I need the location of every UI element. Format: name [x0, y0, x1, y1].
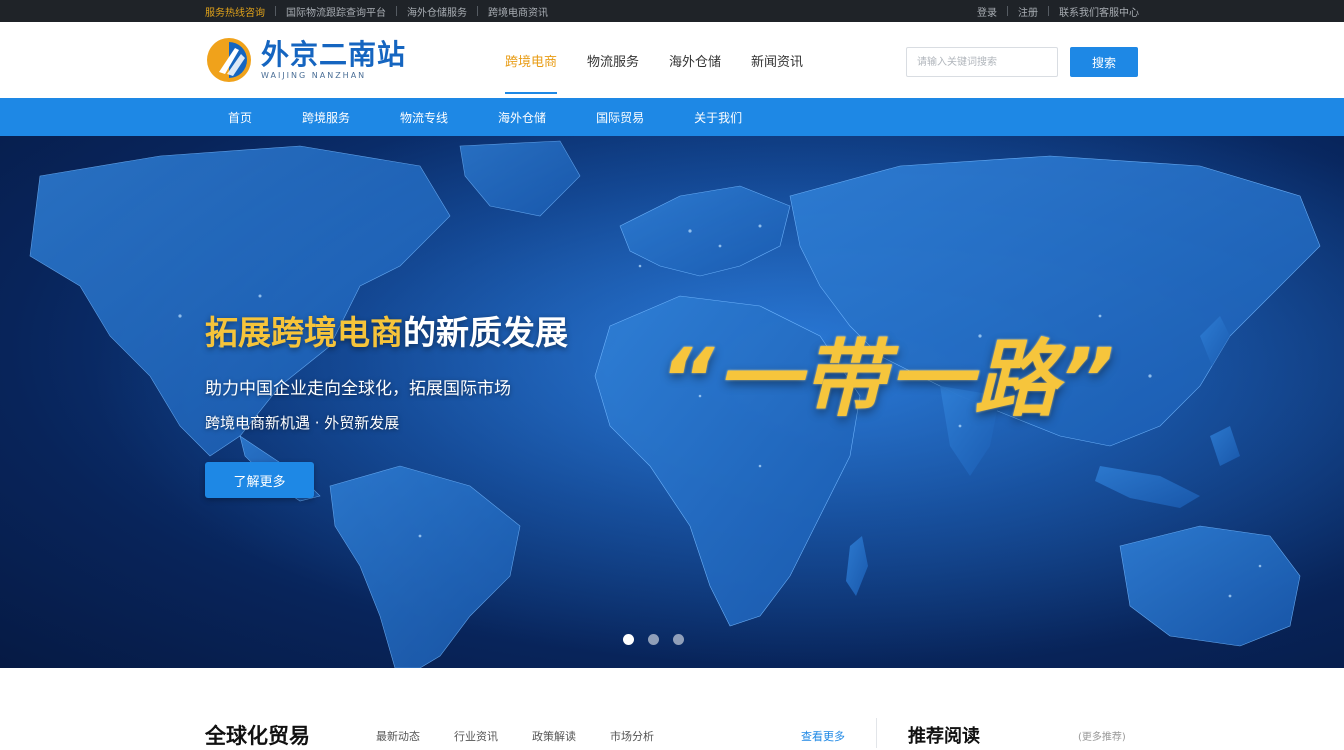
hero-title-rest: 的新质发展 — [403, 313, 568, 352]
section-tabs: 最新动态 行业资讯 政策解读 市场分析 — [376, 728, 654, 744]
site-header: 外京二南站 WAIJING NANZHAN 跨境电商 物流服务 海外仓储 新闻资… — [0, 22, 1344, 98]
logo-title: 外京二南站 — [261, 38, 407, 71]
login-link[interactable]: 登录 — [977, 4, 997, 19]
register-link[interactable]: 注册 — [1018, 4, 1038, 19]
search-button[interactable]: 搜索 — [1070, 47, 1138, 77]
main-nav: 跨境电商 物流服务 海外仓储 新闻资讯 — [505, 22, 803, 98]
logo-subtitle: WAIJING NANZHAN — [261, 71, 367, 80]
divider — [1007, 6, 1008, 16]
contact-link[interactable]: 联系我们客服中心 — [1059, 4, 1139, 19]
top-link-news[interactable]: 跨境电商资讯 — [488, 4, 548, 19]
top-link-hotline[interactable]: 服务热线咨询 — [205, 4, 265, 19]
tab-latest[interactable]: 最新动态 — [376, 728, 420, 744]
carousel-dot-3[interactable] — [673, 634, 684, 645]
site-logo[interactable]: 外京二南站 WAIJING NANZHAN — [205, 36, 425, 84]
content-section: 全球化贸易 最新动态 行业资讯 政策解读 市场分析 查看更多 推荐阅读 (更多推… — [0, 668, 1344, 750]
main-nav-item-logistics[interactable]: 物流服务 — [587, 22, 639, 98]
divider — [477, 6, 478, 16]
tab-policy[interactable]: 政策解读 — [532, 728, 576, 744]
search-input[interactable] — [906, 47, 1058, 77]
subnav-item-lines[interactable]: 物流专线 — [400, 109, 448, 126]
top-left-links: 服务热线咨询 国际物流跟踪查询平台 海外仓储服务 跨境电商资讯 — [205, 4, 548, 19]
secondary-nav: 首页 跨境服务 物流专线 海外仓储 国际贸易 关于我们 — [0, 98, 1344, 136]
carousel-dots — [623, 634, 684, 645]
divider — [876, 718, 877, 748]
hero-subtitle: 助力中国企业走向全球化，拓展国际市场 — [205, 379, 511, 399]
subnav-item-about[interactable]: 关于我们 — [694, 109, 742, 126]
hero-cta-button[interactable]: 了解更多 — [205, 462, 314, 498]
divider — [275, 6, 276, 16]
tab-industry[interactable]: 行业资讯 — [454, 728, 498, 744]
top-link-warehouse[interactable]: 海外仓储服务 — [407, 4, 467, 19]
hero-banner: 拓展跨境电商的新质发展 助力中国企业走向全球化，拓展国际市场 跨境电商新机遇 ·… — [0, 136, 1344, 668]
carousel-dot-1[interactable] — [623, 634, 634, 645]
main-nav-item-ecommerce[interactable]: 跨境电商 — [505, 22, 558, 98]
tab-market[interactable]: 市场分析 — [610, 728, 654, 744]
top-right-links: 登录 注册 联系我们客服中心 — [977, 4, 1139, 19]
top-link-tracking[interactable]: 国际物流跟踪查询平台 — [286, 4, 386, 19]
subnav-item-warehouse[interactable]: 海外仓储 — [498, 109, 546, 126]
subnav-item-trade[interactable]: 国际贸易 — [596, 109, 644, 126]
main-nav-item-warehouse[interactable]: 海外仓储 — [669, 22, 721, 98]
subnav-item-home[interactable]: 首页 — [228, 109, 252, 126]
divider — [396, 6, 397, 16]
logo-icon — [207, 38, 251, 82]
section-title: 全球化贸易 — [205, 724, 310, 748]
section-more-link[interactable]: 查看更多 — [801, 728, 845, 744]
hero-slogan: “一带一路” — [660, 330, 1117, 428]
divider — [1048, 6, 1049, 16]
side-more-link[interactable]: (更多推荐) — [1078, 728, 1126, 743]
side-section-title: 推荐阅读 — [908, 726, 980, 747]
hero-tagline: 跨境电商新机遇 · 外贸新发展 — [205, 414, 400, 432]
main-nav-item-news[interactable]: 新闻资讯 — [751, 22, 803, 98]
carousel-dot-2[interactable] — [648, 634, 659, 645]
top-utility-bar: 服务热线咨询 国际物流跟踪查询平台 海外仓储服务 跨境电商资讯 登录 注册 联系… — [0, 0, 1344, 22]
hero-title-highlight: 拓展跨境电商 — [205, 313, 403, 352]
hero-title: 拓展跨境电商的新质发展 — [205, 306, 568, 354]
subnav-item-services[interactable]: 跨境服务 — [302, 109, 350, 126]
